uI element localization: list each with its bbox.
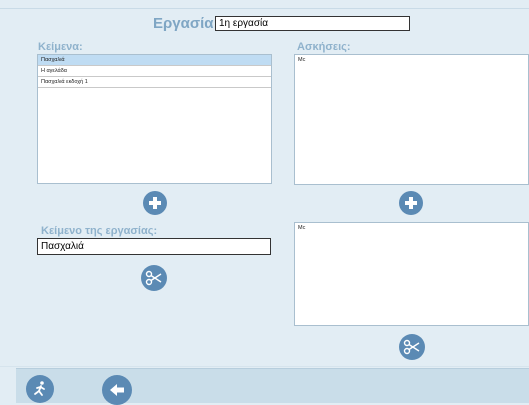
- exercises-list[interactable]: Mc: [294, 54, 529, 185]
- remove-exercise-button[interactable]: [399, 334, 425, 360]
- add-text-button[interactable]: [143, 191, 167, 215]
- task-name-input[interactable]: 1η εργασία: [215, 16, 410, 31]
- task-label: Εργασία:: [153, 15, 219, 32]
- list-item[interactable]: Mc: [295, 223, 528, 234]
- task-exercises-list[interactable]: Mc: [294, 222, 529, 326]
- task-text-field[interactable]: Πασχαλιά: [37, 238, 271, 255]
- bottom-toolbar: [16, 368, 529, 403]
- exit-button[interactable]: [26, 375, 54, 403]
- list-item[interactable]: Mc: [295, 55, 528, 66]
- bottom-divider: [0, 366, 529, 367]
- plus-icon: [404, 196, 418, 210]
- list-item[interactable]: Η αγελάδα: [38, 66, 271, 77]
- back-button[interactable]: [102, 375, 132, 405]
- scissors-icon: [403, 338, 421, 356]
- task-text-label: Κείμενο της εργασίας:: [41, 225, 158, 237]
- remove-text-button[interactable]: [141, 265, 167, 291]
- add-exercise-button[interactable]: [399, 191, 423, 215]
- top-divider: [0, 8, 529, 9]
- plus-icon: [148, 196, 162, 210]
- running-man-icon: [31, 380, 49, 398]
- list-item[interactable]: Πασχαλιά: [38, 55, 271, 66]
- texts-list[interactable]: Πασχαλιά Η αγελάδα Πασχαλιά εκδοχή 1: [37, 54, 272, 184]
- arrow-left-icon: [108, 381, 126, 399]
- texts-label: Κείμενα:: [38, 41, 83, 53]
- exercises-label: Ασκήσεις:: [297, 41, 351, 53]
- list-item[interactable]: Πασχαλιά εκδοχή 1: [38, 77, 271, 88]
- scissors-icon: [145, 269, 163, 287]
